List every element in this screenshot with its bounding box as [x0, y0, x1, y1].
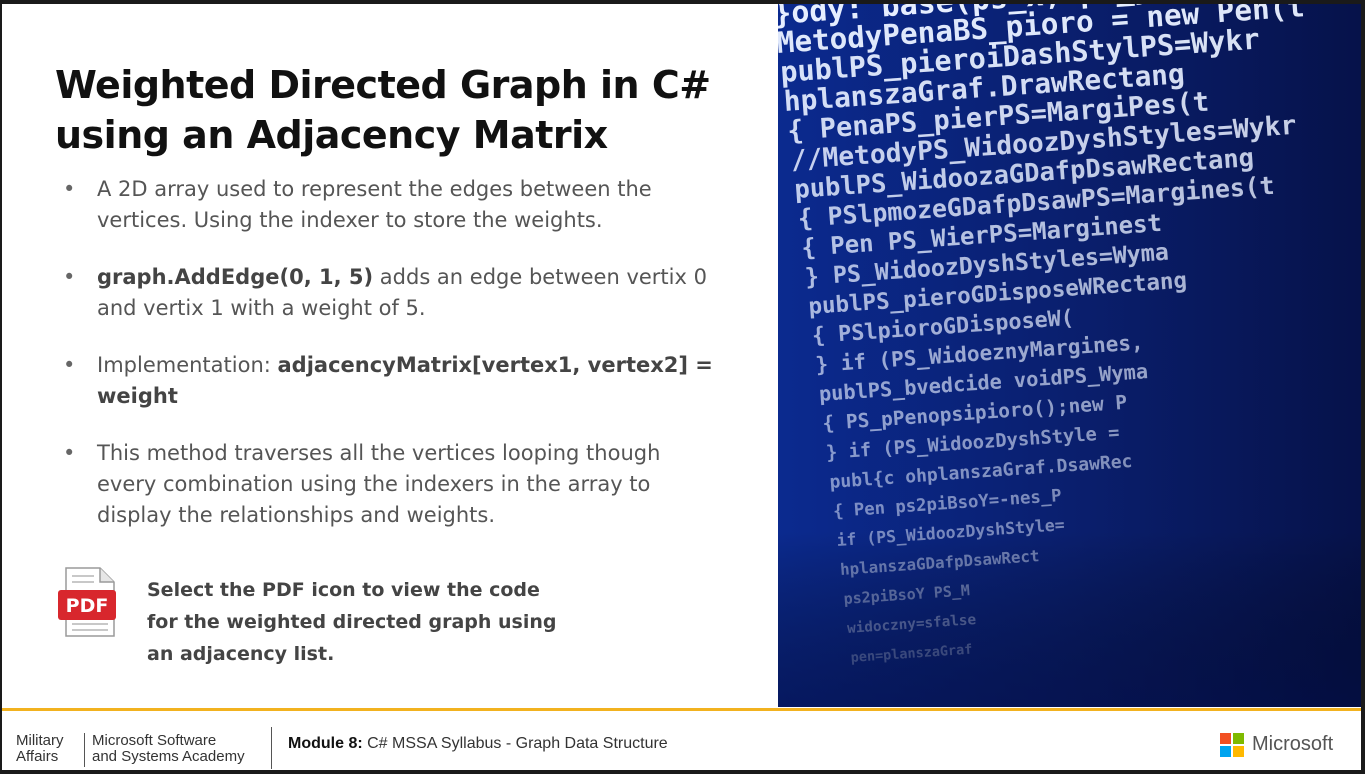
module-title: Module 8: C# MSSA Syllabus - Graph Data …	[288, 735, 668, 753]
pdf-instruction: Select the PDF icon to view the code for…	[147, 579, 557, 665]
pdf-icon[interactable]: PDF	[56, 566, 118, 638]
bullet-dot: •	[63, 353, 76, 377]
academy-line: and Systems Academy	[92, 748, 245, 765]
bullet-item: • graph.AddEdge(0, 1, 5) adds an edge be…	[60, 262, 720, 324]
code-background-image: }ody: base(ps_x, ps_y)MetodyPenaBS_pioro…	[778, 4, 1361, 707]
bullet-dot: •	[63, 265, 76, 289]
bullet-dot: •	[63, 441, 76, 465]
footer-bar: Military Affairs Microsoft Software and …	[2, 708, 1361, 770]
org-name: Military Affairs	[16, 733, 64, 765]
slide-frame: Weighted Directed Graph in C# using an A…	[2, 4, 1361, 770]
academy-line: Microsoft Software	[92, 732, 217, 749]
org-line: Affairs	[16, 748, 59, 765]
footer-divider	[84, 733, 85, 767]
bullet-item: • This method traverses all the vertices…	[60, 438, 720, 531]
bullet-text: This method traverses all the vertices l…	[97, 441, 661, 527]
bullet-bold-lead: graph.AddEdge(0, 1, 5)	[97, 265, 374, 289]
footer-divider	[271, 727, 272, 769]
bullet-dot: •	[63, 177, 76, 201]
bullet-item: • Implementation: adjacencyMatrix[vertex…	[60, 350, 720, 412]
bullet-item: • A 2D array used to represent the edges…	[60, 174, 720, 236]
microsoft-logo-icon	[1220, 733, 1244, 757]
academy-name: Microsoft Software and Systems Academy	[92, 733, 245, 765]
module-label: Module 8:	[288, 735, 363, 752]
bullet-text: Implementation:	[97, 353, 278, 377]
bullet-list: • A 2D array used to represent the edges…	[60, 174, 720, 557]
pdf-icon-label: PDF	[66, 595, 109, 617]
microsoft-brand: Microsoft	[1252, 733, 1334, 755]
module-text: C# MSSA Syllabus - Graph Data Structure	[362, 735, 668, 752]
bullet-text: A 2D array used to represent the edges b…	[97, 177, 652, 232]
slide-title: Weighted Directed Graph in C# using an A…	[55, 63, 711, 157]
org-line: Military	[16, 732, 64, 749]
